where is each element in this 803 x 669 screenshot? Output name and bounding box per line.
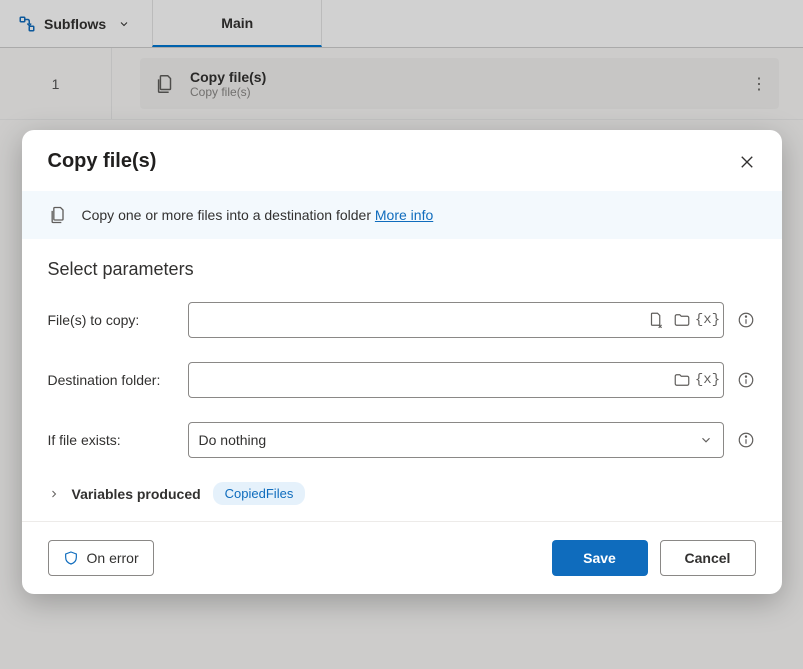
variable-picker-icon[interactable]: {x} [699, 311, 717, 329]
dialog-header: Copy file(s) [22, 130, 782, 191]
variables-produced-label: Variables produced [72, 486, 201, 502]
chevron-right-icon [48, 488, 60, 500]
dialog-title: Copy file(s) [48, 150, 157, 173]
variable-picker-icon[interactable]: {x} [699, 371, 717, 389]
dialog-info-text: Copy one or more files into a destinatio… [82, 207, 434, 223]
param-files-row: File(s) to copy: {x} [48, 302, 756, 338]
cancel-button[interactable]: Cancel [660, 540, 756, 576]
more-info-link[interactable]: More info [375, 207, 433, 223]
dialog-footer: On error Save Cancel [22, 521, 782, 594]
files-info-icon[interactable] [736, 310, 756, 330]
copy-file-icon [48, 205, 68, 225]
variable-chip[interactable]: CopiedFiles [213, 482, 306, 505]
destination-input[interactable] [199, 372, 673, 388]
dialog: Copy file(s) Copy one or more files into… [22, 130, 782, 594]
browse-folder-icon[interactable] [673, 311, 691, 329]
on-error-label: On error [87, 550, 139, 566]
if-file-exists-select[interactable]: Do nothing [188, 422, 724, 458]
select-file-icon[interactable] [647, 311, 665, 329]
exists-value: Do nothing [199, 432, 267, 448]
dest-label: Destination folder: [48, 372, 188, 388]
chevron-down-icon [699, 433, 713, 447]
section-title: Select parameters [48, 259, 756, 280]
on-error-button[interactable]: On error [48, 540, 154, 576]
dialog-info-bar: Copy one or more files into a destinatio… [22, 191, 782, 239]
files-input[interactable] [199, 312, 647, 328]
close-icon[interactable] [738, 153, 756, 171]
dest-field: {x} [188, 362, 724, 398]
exists-info-icon[interactable] [736, 430, 756, 450]
save-button[interactable]: Save [552, 540, 648, 576]
modal-overlay: Copy file(s) Copy one or more files into… [0, 0, 803, 669]
param-dest-row: Destination folder: {x} [48, 362, 756, 398]
dialog-body: Select parameters File(s) to copy: {x} D… [22, 239, 782, 521]
param-exists-row: If file exists: Do nothing [48, 422, 756, 458]
files-label: File(s) to copy: [48, 312, 188, 328]
variables-produced-row[interactable]: Variables produced CopiedFiles [48, 482, 756, 505]
exists-label: If file exists: [48, 432, 188, 448]
browse-folder-icon[interactable] [673, 371, 691, 389]
files-field: {x} [188, 302, 724, 338]
shield-icon [63, 550, 79, 566]
dest-info-icon[interactable] [736, 370, 756, 390]
